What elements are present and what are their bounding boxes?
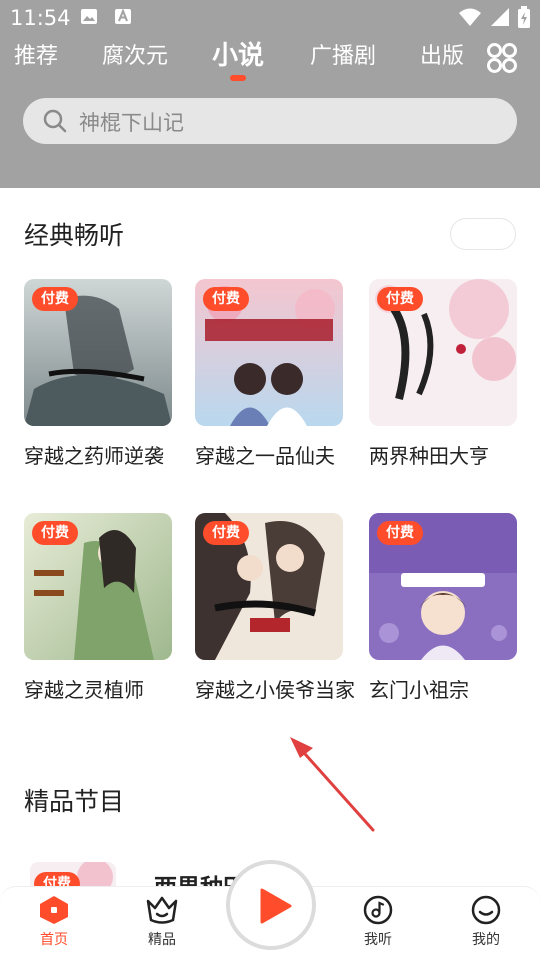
tab-publishing[interactable]: 出版: [420, 38, 464, 70]
book-title: 穿越之一品仙夫: [195, 444, 335, 468]
wifi-icon: [459, 8, 481, 26]
search-placeholder: 神棍下山记: [79, 111, 184, 135]
music-note-icon: [363, 895, 393, 925]
tab-recommend[interactable]: 推荐: [14, 38, 58, 70]
image-icon: [81, 9, 97, 24]
paid-badge: 付费: [203, 521, 249, 545]
section-more-button[interactable]: [450, 218, 516, 250]
category-tabs: 推荐 腐次元 小说 广播剧 出版: [0, 38, 540, 82]
smile-icon: [471, 895, 501, 925]
book-title: 两界种田大亨: [369, 444, 489, 468]
section-title-premium: 精品节目: [24, 787, 125, 816]
nav-profile[interactable]: 我的: [451, 895, 521, 957]
crown-icon: [146, 896, 178, 924]
nav-home[interactable]: 首页: [19, 895, 89, 957]
nav-label-premium: 精品: [148, 932, 176, 948]
grid-menu-icon[interactable]: [486, 42, 518, 74]
tab-novel[interactable]: 小说: [212, 35, 264, 72]
play-icon: [260, 888, 292, 924]
active-tab-indicator: [230, 75, 246, 81]
nav-label-listening: 我听: [364, 932, 392, 948]
home-icon: [40, 896, 68, 924]
nav-listening[interactable]: 我听: [343, 895, 413, 957]
battery-icon: [518, 6, 530, 28]
paid-badge: 付费: [203, 287, 249, 311]
paid-badge: 付费: [32, 287, 78, 311]
book-title: 玄门小祖宗: [369, 678, 469, 702]
signal-icon: [491, 8, 509, 26]
status-time: 11:54: [10, 6, 71, 30]
nav-label-profile: 我的: [472, 932, 500, 948]
nav-premium[interactable]: 精品: [127, 895, 197, 957]
search-input[interactable]: 神棍下山记: [23, 98, 517, 144]
paid-badge: 付费: [377, 521, 423, 545]
status-right: [458, 6, 530, 28]
book-title: 穿越之灵植师: [24, 678, 144, 702]
book-title: 穿越之小侯爷当家: [195, 678, 355, 702]
nav-label-home: 首页: [40, 932, 68, 948]
tab-radio-drama[interactable]: 广播剧: [310, 38, 376, 70]
section-title-classic: 经典畅听: [24, 221, 125, 250]
a-badge-icon: [115, 8, 131, 24]
play-button[interactable]: [226, 860, 316, 950]
paid-badge: 付费: [377, 287, 423, 311]
tab-fuciyuan[interactable]: 腐次元: [102, 38, 168, 70]
paid-badge: 付费: [32, 521, 78, 545]
book-title: 穿越之药师逆袭: [24, 444, 164, 468]
search-icon: [43, 109, 67, 133]
status-bar: 11:54: [0, 0, 540, 34]
top-header: 11:54 推荐 腐次元 小说 广播剧 出版 神棍下山记: [0, 0, 540, 188]
